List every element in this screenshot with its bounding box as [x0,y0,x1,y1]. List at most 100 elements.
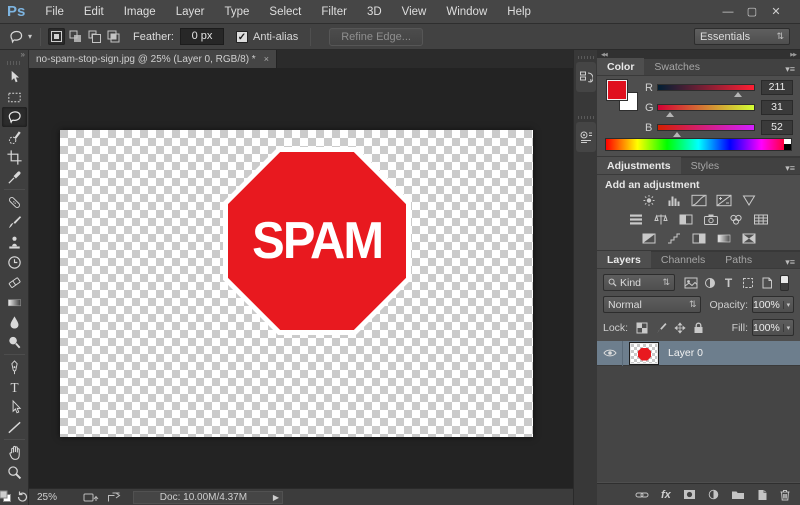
brush-tool[interactable] [2,212,27,232]
blue-slider[interactable] [657,124,755,131]
lock-all-icon[interactable] [689,319,708,336]
menu-window[interactable]: Window [436,0,497,24]
photo-filter-icon[interactable] [702,212,720,226]
refine-edge-button[interactable]: Refine Edge... [329,28,423,46]
menu-type[interactable]: Type [214,0,259,24]
document-tab[interactable]: no-spam-stop-sign.jpg @ 25% (Layer 0, RG… [29,50,277,68]
foreground-color-swatch[interactable] [607,80,627,100]
lasso-tool[interactable] [2,107,27,127]
invert-icon[interactable] [640,231,658,245]
posterize-icon[interactable] [665,231,683,245]
feather-input[interactable]: 0 px [180,28,224,45]
panel-menu-icon[interactable]: ▾≡ [785,64,795,75]
zoom-level-field[interactable]: 25% [37,492,57,503]
tab-swatches[interactable]: Swatches [644,58,710,75]
workspace-switcher[interactable]: Essentials ⇅ [694,28,790,45]
channel-mixer-icon[interactable] [727,212,745,226]
line-tool[interactable] [2,417,27,437]
menu-select[interactable]: Select [259,0,311,24]
type-tool[interactable]: T [2,377,27,397]
tab-adjustments[interactable]: Adjustments [597,157,681,174]
blur-tool[interactable] [2,312,27,332]
status-popup-arrow-icon[interactable]: ▶ [273,493,282,502]
sync-status-icon[interactable] [83,492,99,503]
add-layer-mask-icon[interactable] [683,489,696,500]
lock-image-icon[interactable] [651,319,670,336]
foreground-background-swatches-icon[interactable] [0,490,12,503]
collapse-left-icon[interactable]: ◀◀ [601,52,607,58]
new-selection-button[interactable] [48,28,65,45]
intersect-selection-button[interactable] [105,28,122,45]
green-slider[interactable] [657,104,755,111]
menu-image[interactable]: Image [114,0,166,24]
blue-slider-thumb[interactable] [673,132,681,137]
eyedropper-tool[interactable] [2,167,27,187]
filter-adjustment-layers-icon[interactable] [700,274,719,291]
color-spectrum-ramp[interactable] [605,138,792,151]
panel-menu-icon[interactable]: ▾≡ [785,163,795,174]
fill-field[interactable]: 100% ▾ [752,319,794,336]
panel-grip[interactable] [578,116,594,119]
opacity-field[interactable]: 100% ▾ [752,296,794,313]
new-layer-icon[interactable] [757,489,768,501]
menu-help[interactable]: Help [497,0,541,24]
antialias-checkbox[interactable]: ✓ [236,31,248,43]
color-balance-icon[interactable] [652,212,670,226]
chevron-down-icon[interactable]: ▾ [783,324,793,332]
layer-row-layer-0[interactable]: Layer 0 [597,341,800,366]
tab-color[interactable]: Color [597,58,644,75]
threshold-icon[interactable] [690,231,708,245]
curves-icon[interactable] [690,193,708,207]
close-icon[interactable]: ✕ [764,1,788,23]
levels-icon[interactable] [665,193,683,207]
rotate-view-icon[interactable] [16,490,29,503]
path-selection-tool[interactable] [2,397,27,417]
menu-edit[interactable]: Edit [74,0,114,24]
share-icon[interactable] [107,492,121,503]
move-tool[interactable] [2,67,27,87]
filter-toggle-switch[interactable] [780,275,789,291]
history-panel-icon[interactable] [576,62,596,92]
collapse-right-icon[interactable]: ▶▶ [790,52,796,58]
subtract-from-selection-button[interactable] [86,28,103,45]
toolbar-grip[interactable] [7,61,21,65]
tab-channels[interactable]: Channels [651,251,715,268]
tool-preset-picker[interactable]: ▾ [5,27,34,47]
document-sizes-field[interactable]: Doc: 10.00M/4.37M ▶ [133,491,283,504]
vibrance-icon[interactable] [740,193,758,207]
new-adjustment-layer-icon[interactable] [708,489,719,500]
panel-grip[interactable] [578,56,594,59]
document-canvas[interactable]: SPAM [60,130,533,437]
toolbar-collapse-icon[interactable]: » [0,50,28,60]
blue-value-field[interactable]: 52 [761,120,793,135]
maximize-icon[interactable]: ▢ [740,1,764,23]
quick-selection-tool[interactable] [2,127,27,147]
canvas-pasteboard[interactable]: SPAM [29,68,573,488]
black-white-icon[interactable] [677,212,695,226]
selective-color-icon[interactable] [740,231,758,245]
tab-close-icon[interactable]: × [264,54,269,64]
delete-layer-icon[interactable] [780,489,790,501]
spot-healing-brush-tool[interactable] [2,192,27,212]
layer-name[interactable]: Layer 0 [668,347,703,359]
layer-thumbnail[interactable] [630,343,658,364]
black-swatch[interactable] [784,144,791,151]
rectangular-marquee-tool[interactable] [2,87,27,107]
layer-visibility-toggle[interactable] [597,341,623,366]
layer-style-fx-icon[interactable]: fx [661,489,671,501]
hue-saturation-icon[interactable] [627,212,645,226]
brightness-contrast-icon[interactable] [640,193,658,207]
menu-view[interactable]: View [392,0,437,24]
menu-layer[interactable]: Layer [166,0,215,24]
filter-shape-layers-icon[interactable] [738,274,757,291]
panel-menu-icon[interactable]: ▾≡ [785,257,795,268]
red-value-field[interactable]: 211 [761,80,793,95]
gradient-map-icon[interactable] [715,231,733,245]
menu-filter[interactable]: Filter [311,0,357,24]
zoom-tool[interactable] [2,462,27,482]
lock-transparency-icon[interactable] [632,319,651,336]
add-to-selection-button[interactable] [67,28,84,45]
tab-styles[interactable]: Styles [681,157,730,174]
clone-stamp-tool[interactable] [2,232,27,252]
mini-bridge-panel-icon[interactable] [576,122,596,152]
